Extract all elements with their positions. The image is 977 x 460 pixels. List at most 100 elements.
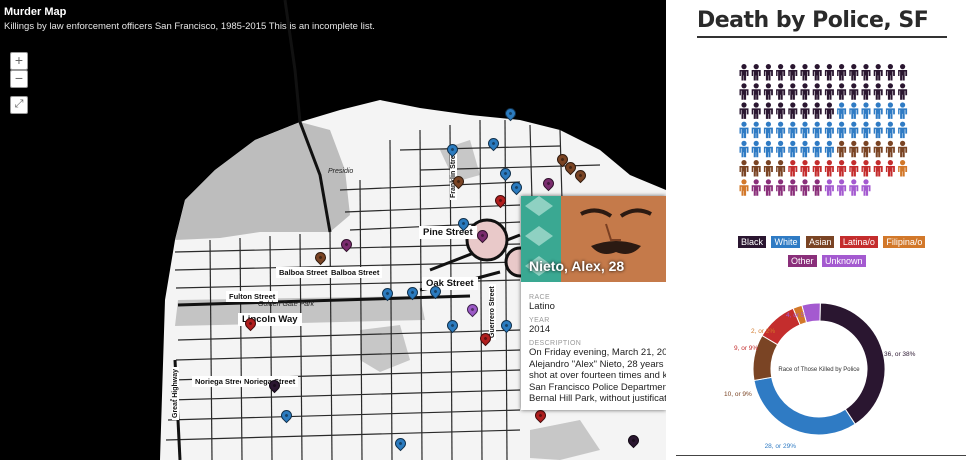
person-icon xyxy=(873,83,883,100)
incident-marker-icon[interactable] xyxy=(474,227,491,244)
incident-marker-icon[interactable] xyxy=(266,377,283,394)
description-line: shot at over fourteen times and killed xyxy=(529,370,666,381)
donut-slice xyxy=(753,376,856,436)
person-icon xyxy=(812,140,822,158)
person-icon xyxy=(873,160,883,177)
person-icon xyxy=(861,140,871,158)
incident-marker-icon[interactable] xyxy=(427,283,444,300)
incident-marker-icon[interactable] xyxy=(492,192,509,209)
person-icon xyxy=(788,83,798,100)
person-icon xyxy=(849,64,859,81)
person-icon xyxy=(763,102,773,119)
person-icon xyxy=(861,121,871,139)
incident-popup[interactable]: Nieto, Alex, 28 RACE Latino YEAR 2014 DE… xyxy=(521,196,666,410)
incident-marker-icon[interactable] xyxy=(508,179,525,196)
person-icon xyxy=(739,83,749,100)
legend-asian: Asian xyxy=(805,236,835,248)
person-icon xyxy=(763,121,773,139)
incident-marker-icon[interactable] xyxy=(532,407,549,424)
person-icon xyxy=(837,121,847,139)
person-icon xyxy=(776,83,786,100)
incident-marker-icon[interactable] xyxy=(498,317,515,334)
donut-data-label: 10, or 9% xyxy=(724,391,752,398)
person-icon xyxy=(885,140,895,158)
incident-marker-icon[interactable] xyxy=(450,173,467,190)
infographic-title: Death by Police, SF xyxy=(697,8,929,33)
person-icon xyxy=(739,121,749,139)
person-icon xyxy=(849,83,859,100)
incident-marker-icon[interactable] xyxy=(379,285,396,302)
incident-marker-icon[interactable] xyxy=(502,105,519,122)
person-icon xyxy=(788,64,798,81)
person-icon xyxy=(763,140,773,158)
person-icon xyxy=(898,121,908,139)
person-icon xyxy=(776,64,786,81)
person-icon xyxy=(812,179,822,196)
person-icon xyxy=(812,102,822,119)
person-icon xyxy=(873,140,883,158)
person-icon xyxy=(849,160,859,177)
person-icon xyxy=(788,102,798,119)
person-icon xyxy=(812,160,822,177)
person-icon xyxy=(861,83,871,100)
incident-marker-icon[interactable] xyxy=(455,215,472,232)
person-icon xyxy=(739,140,749,158)
incident-marker-icon[interactable] xyxy=(444,141,461,158)
incident-marker-icon[interactable] xyxy=(242,315,259,332)
person-icon xyxy=(837,102,847,119)
description-line: On Friday evening, March 21, 2014, xyxy=(529,347,666,358)
incident-marker-icon[interactable] xyxy=(404,284,421,301)
legend-other: Other xyxy=(788,255,817,267)
person-icon xyxy=(776,160,786,177)
person-icon xyxy=(812,121,822,139)
incident-marker-icon[interactable] xyxy=(464,301,481,318)
donut-data-label: 4, or 5% xyxy=(786,312,810,319)
incident-marker-icon[interactable] xyxy=(444,317,461,334)
person-icon xyxy=(873,121,883,139)
person-icon xyxy=(824,83,834,100)
donut-slice xyxy=(819,302,886,425)
person-icon xyxy=(861,179,871,196)
person-icon xyxy=(849,102,859,119)
person-icon xyxy=(824,179,834,196)
person-icon xyxy=(763,64,773,81)
person-icon xyxy=(800,179,810,196)
person-icon xyxy=(751,121,761,139)
incident-marker-icon[interactable] xyxy=(477,330,494,347)
person-icon xyxy=(739,64,749,81)
murder-map[interactable]: Murder Map Killings by law enforcement o… xyxy=(0,0,666,460)
incident-marker-icon[interactable] xyxy=(312,249,329,266)
person-icon xyxy=(873,102,883,119)
donut-data-label: 9, or 9% xyxy=(734,345,758,352)
description-line: Alejandro "Alex" Nieto, 28 years old, xyxy=(529,358,666,370)
person-icon xyxy=(837,64,847,81)
person-icon xyxy=(763,179,773,196)
incident-marker-icon[interactable] xyxy=(497,165,514,182)
person-icon xyxy=(824,102,834,119)
person-icon xyxy=(751,179,761,196)
incident-marker-icon[interactable] xyxy=(485,135,502,152)
person-icon xyxy=(898,83,908,100)
popup-victim-name: Nieto, Alex, 28 xyxy=(529,258,625,274)
incident-marker-icon[interactable] xyxy=(278,407,295,424)
person-icon xyxy=(849,121,859,139)
person-icon xyxy=(885,102,895,119)
incident-marker-icon[interactable] xyxy=(540,175,557,192)
person-icon xyxy=(776,102,786,119)
person-icon xyxy=(885,121,895,139)
person-icon xyxy=(824,121,834,139)
person-icon xyxy=(885,64,895,81)
person-icon xyxy=(763,160,773,177)
incident-marker-icon[interactable] xyxy=(338,236,355,253)
person-icon xyxy=(800,102,810,119)
victim-portrait: Nieto, Alex, 28 xyxy=(521,196,666,282)
person-icon xyxy=(800,121,810,139)
person-icon xyxy=(776,140,786,158)
incident-marker-icon[interactable] xyxy=(392,435,409,452)
person-icon xyxy=(824,160,834,177)
incident-marker-icon[interactable] xyxy=(625,432,642,449)
person-icon xyxy=(824,140,834,158)
person-icon xyxy=(739,179,749,196)
donut-data-label: 36, or 38% xyxy=(884,351,916,358)
legend-white: White xyxy=(771,236,801,248)
